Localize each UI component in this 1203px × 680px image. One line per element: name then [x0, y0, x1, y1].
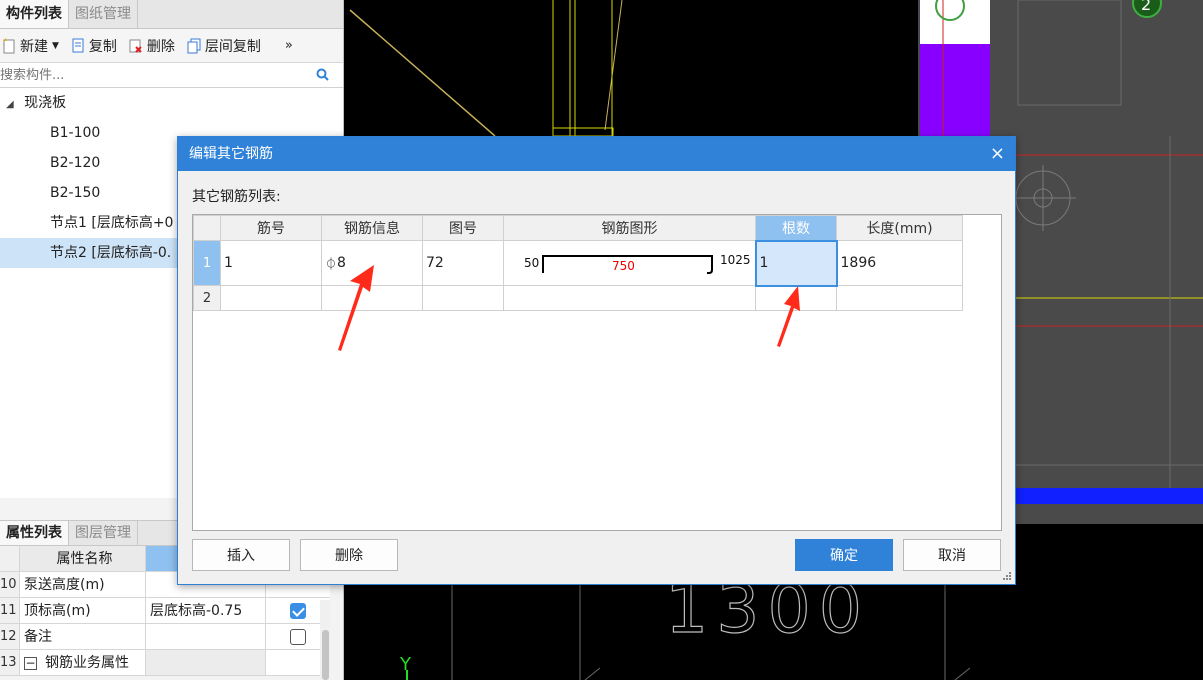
y-axis-label: Y — [399, 654, 412, 675]
component-tabbar: 构件列表 图纸管理 — [0, 0, 343, 29]
col-header-figure-no[interactable]: 图号 — [422, 215, 504, 241]
search-input[interactable] — [0, 63, 300, 87]
shape-right-dim: 1025 — [720, 253, 751, 267]
delete-row-button[interactable]: 删除 — [300, 539, 398, 571]
cell-bar-no[interactable] — [220, 285, 322, 311]
row-number: 11 — [0, 598, 20, 623]
row-number: 13 — [0, 650, 20, 675]
cell-figure-no[interactable] — [422, 285, 504, 311]
rebar-list-label: 其它钢筋列表: — [192, 189, 281, 205]
checkbox-unchecked[interactable] — [290, 628, 306, 645]
row-number: 12 — [0, 624, 20, 649]
tree-group-cast-slab[interactable]: ◢ 现浇板 — [0, 88, 343, 118]
cell-count-selected[interactable]: 1 — [754, 239, 838, 287]
resize-grip-icon[interactable] — [1002, 571, 1012, 581]
cell-bar-shape[interactable]: 50 750 1025 — [503, 240, 756, 286]
annotation-arrow-count — [777, 286, 800, 347]
row-number-header — [0, 546, 20, 571]
component-toolbar: 新建 ▼ 复制 删除 层间复制 » — [0, 29, 343, 63]
shape-middle-dim: 750 — [612, 259, 635, 273]
col-header-count[interactable]: 根数 — [755, 215, 837, 241]
cell-length[interactable]: 1896 — [836, 240, 963, 286]
row-number: 10 — [0, 572, 20, 597]
insert-button[interactable]: 插入 — [192, 539, 290, 571]
floor-copy-button-label: 层间复制 — [204, 38, 261, 55]
delete-button-label: 删除 — [146, 38, 175, 55]
floor-copy-button[interactable]: 层间复制 — [187, 36, 261, 56]
property-row[interactable]: 12 备注 — [0, 624, 330, 650]
copy-button-label: 复制 — [88, 38, 117, 55]
tab-component-list[interactable]: 构件列表 — [0, 0, 69, 28]
props-scrollbar[interactable] — [320, 600, 330, 680]
cell-bar-shape[interactable] — [503, 285, 756, 311]
tree-group-label: 现浇板 — [24, 95, 67, 111]
col-header-bar-shape[interactable]: 钢筋图形 — [503, 215, 756, 241]
grid-marker-label: 2 — [1141, 0, 1151, 14]
table-row[interactable]: 1 1 ⏀8 72 50 750 1025 1 1896 — [193, 239, 963, 287]
table-row[interactable]: 2 — [193, 285, 963, 311]
tab-drawing-management[interactable]: 图纸管理 — [69, 0, 138, 28]
property-name: 顶标高(m) — [20, 598, 146, 623]
search-icon[interactable] — [316, 68, 330, 82]
property-value[interactable]: 层底标高-0.75 — [146, 598, 266, 623]
floor-copy-icon — [187, 38, 201, 53]
property-name: 泵送高度(m) — [20, 572, 146, 597]
property-name-header: 属性名称 — [20, 546, 146, 571]
collapse-triangle-icon[interactable]: ◢ — [6, 99, 14, 110]
annotation-arrow-bar-info — [338, 265, 374, 351]
col-header-bar-info[interactable]: 钢筋信息 — [321, 215, 423, 241]
copy-icon — [72, 38, 84, 52]
row-number[interactable]: 1 — [193, 240, 221, 286]
property-name: 备注 — [20, 624, 146, 649]
ok-button[interactable]: 确定 — [795, 539, 893, 571]
tab-layer-management[interactable]: 图层管理 — [69, 521, 138, 545]
edit-other-rebar-dialog: 编辑其它钢筋 × 其它钢筋列表: 筋号 钢筋信息 图号 钢筋图形 根数 长度(m… — [177, 136, 1016, 585]
dialog-title: 编辑其它钢筋 — [189, 146, 273, 162]
property-group-label: 钢筋业务属性 — [45, 655, 129, 671]
new-button[interactable]: 新建 ▼ — [2, 36, 59, 56]
new-button-label: 新建 — [20, 38, 48, 55]
dialog-titlebar[interactable]: 编辑其它钢筋 × — [178, 137, 1015, 171]
property-name-group: − 钢筋业务属性 — [20, 650, 146, 675]
col-header-bar-no[interactable]: 筋号 — [220, 215, 322, 241]
rebar-shape-figure: 50 750 1025 — [504, 241, 755, 285]
grid-header-row: 筋号 钢筋信息 图号 钢筋图形 根数 长度(mm) — [193, 215, 963, 241]
checkbox-checked[interactable] — [290, 602, 306, 619]
row-number[interactable]: 2 — [193, 285, 221, 311]
cell-bar-no[interactable]: 1 — [220, 240, 322, 286]
copy-button[interactable]: 复制 — [71, 36, 117, 56]
cell-length[interactable] — [836, 285, 963, 311]
col-header-length[interactable]: 长度(mm) — [836, 215, 963, 241]
property-value[interactable] — [146, 624, 266, 649]
toolbar-overflow-icon[interactable]: » — [285, 38, 293, 53]
shape-left-dim: 50 — [524, 256, 540, 270]
tab-property-list[interactable]: 属性列表 — [0, 521, 69, 545]
property-value — [146, 650, 266, 675]
cancel-button[interactable]: 取消 — [903, 539, 1001, 571]
close-icon[interactable]: × — [990, 137, 1005, 171]
cell-figure-no[interactable]: 72 — [422, 240, 504, 286]
property-row[interactable]: 11 顶标高(m) 层底标高-0.75 — [0, 598, 330, 624]
property-row[interactable]: 13 − 钢筋业务属性 — [0, 650, 330, 676]
delete-icon — [129, 39, 142, 53]
corner-header — [193, 215, 221, 241]
dropdown-caret-icon[interactable]: ▼ — [52, 41, 59, 51]
rebar-grid: 筋号 钢筋信息 图号 钢筋图形 根数 长度(mm) 1 1 ⏀8 72 50 7… — [192, 214, 1002, 531]
new-file-icon — [3, 37, 15, 53]
delete-button[interactable]: 删除 — [129, 36, 175, 56]
scrollbar-thumb[interactable] — [322, 630, 329, 680]
collapse-minus-icon[interactable]: − — [24, 656, 37, 670]
component-search — [0, 63, 343, 88]
